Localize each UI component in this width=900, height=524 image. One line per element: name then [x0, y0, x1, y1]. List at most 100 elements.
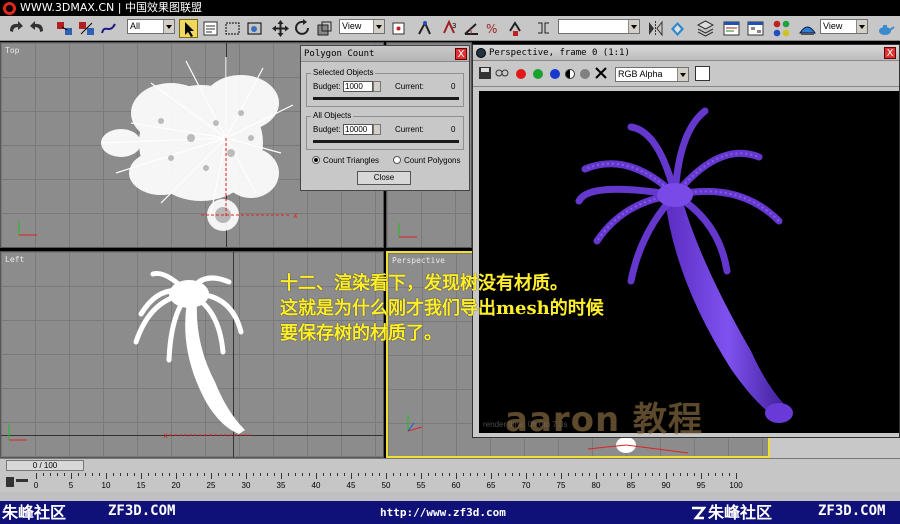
- scale-icon[interactable]: [315, 19, 334, 38]
- axis-gizmo-icon: [402, 413, 432, 438]
- timeline-tick-label: 0: [33, 481, 39, 490]
- axis-gizmo-icon: [395, 221, 425, 244]
- timeline-tick: [715, 473, 716, 476]
- unlink-icon[interactable]: [77, 19, 96, 38]
- bind-space-warp-icon[interactable]: [99, 19, 118, 38]
- redo-icon[interactable]: [28, 19, 47, 38]
- clear-icon[interactable]: [595, 67, 607, 79]
- time-ruler[interactable]: 0 5 10 15 20 25 30 35 40 45 50 55 60 65 70 75 80 85 90 95 10…: [33, 473, 743, 491]
- count-polygons-radio[interactable]: [393, 156, 401, 164]
- spinner-arrows-icon[interactable]: [373, 81, 381, 92]
- chevron-down-icon: [856, 20, 867, 33]
- timeline-tick: [155, 473, 156, 476]
- named-selection-dropdown[interactable]: [558, 19, 640, 34]
- close-icon[interactable]: X: [884, 47, 896, 59]
- pivot-center-icon[interactable]: [389, 19, 408, 38]
- selection-filter-value: All: [130, 21, 141, 31]
- all-budget-input[interactable]: 10000: [343, 124, 381, 135]
- chevron-down-icon: [373, 20, 384, 33]
- selected-budget-input[interactable]: 1000: [343, 81, 381, 92]
- timeline-tick: [337, 473, 338, 476]
- mirror-icon[interactable]: [646, 19, 665, 38]
- timeline-tick: [414, 473, 415, 476]
- save-icon[interactable]: [479, 67, 491, 79]
- selected-budget-value: 1000: [345, 82, 363, 91]
- snap-toggle-icon[interactable]: 3: [440, 19, 459, 38]
- align-icon[interactable]: [668, 19, 687, 38]
- monochrome-icon[interactable]: [580, 69, 590, 79]
- close-button[interactable]: Close: [357, 171, 411, 185]
- render-scene-icon[interactable]: [798, 19, 817, 38]
- key-filter-icon[interactable]: [4, 475, 30, 489]
- material-editor-icon[interactable]: [772, 19, 791, 38]
- angle-snap-icon[interactable]: [462, 19, 481, 38]
- clone-icon[interactable]: [495, 67, 509, 79]
- rendered-palm-tree: [575, 107, 793, 423]
- timeline-tick-label: 80: [591, 481, 601, 490]
- all-budget-value: 10000: [345, 125, 368, 134]
- chevron-down-icon: [677, 68, 688, 81]
- track-view-icon[interactable]: [722, 19, 741, 38]
- timeline-tick: [596, 473, 597, 479]
- reference-coord-dropdown[interactable]: View: [339, 19, 385, 34]
- percent-snap-icon[interactable]: %: [484, 19, 503, 38]
- watermark-banner: WWW.3DMAX.CN | 中国效果图联盟: [0, 0, 900, 16]
- timeline-tick-label: 85: [626, 481, 636, 490]
- render-window-title[interactable]: Perspective, frame 0 (1:1): [473, 45, 899, 61]
- layer-manager-icon[interactable]: [696, 19, 715, 38]
- site-logo-icon: [3, 2, 16, 15]
- schematic-view-icon[interactable]: [746, 19, 765, 38]
- link-icon[interactable]: [55, 19, 74, 38]
- timeline-tick: [232, 473, 233, 476]
- timeline-tick: [197, 473, 198, 476]
- timeline-tick: [246, 473, 247, 479]
- timeline-tick: [428, 473, 429, 476]
- spinner-snap-icon[interactable]: [506, 19, 525, 38]
- timeline-tick: [582, 473, 583, 476]
- timeline-tick: [316, 473, 317, 479]
- alpha-channel-icon[interactable]: [565, 69, 575, 79]
- select-by-name-icon[interactable]: [201, 19, 220, 38]
- count-triangles-radio[interactable]: [312, 156, 320, 164]
- move-icon[interactable]: [271, 19, 290, 38]
- caption-line: 十二、渲染看下，发现树没有材质。: [280, 273, 568, 294]
- timeline-tick: [211, 473, 212, 479]
- red-channel-icon[interactable]: [516, 69, 526, 79]
- timeline-tick: [407, 473, 408, 476]
- select-cursor-icon[interactable]: [179, 19, 198, 38]
- timeline-tick-label: 65: [486, 481, 496, 490]
- timeline-tick-label: 70: [521, 481, 531, 490]
- edit-named-selections-icon[interactable]: [534, 19, 553, 38]
- window-crossing-icon[interactable]: [245, 19, 264, 38]
- timeline-tick-label: 25: [206, 481, 216, 490]
- timeline-tick-label: 40: [311, 481, 321, 490]
- channel-dropdown[interactable]: RGB Alpha: [615, 67, 689, 82]
- teapot-icon[interactable]: [876, 19, 895, 38]
- render-frame-window: Perspective, frame 0 (1:1) X RGB Alpha r…: [472, 44, 900, 438]
- color-swatch[interactable]: [695, 66, 710, 81]
- undo-icon[interactable]: [6, 19, 25, 38]
- svg-text:%: %: [486, 22, 497, 36]
- close-icon[interactable]: X: [455, 48, 467, 60]
- timeline-tick: [239, 473, 240, 476]
- main-toolbar: All View 3 % View: [0, 16, 900, 41]
- timeline-tick: [421, 473, 422, 479]
- polygon-count-title[interactable]: Polygon Count: [301, 46, 469, 62]
- budget-label: Budget:: [313, 82, 341, 91]
- timeline-tick: [610, 473, 611, 476]
- timeline-tick: [708, 473, 709, 476]
- rotate-icon[interactable]: [293, 19, 312, 38]
- select-manipulate-icon[interactable]: [415, 19, 434, 38]
- timeline-tick: [85, 473, 86, 476]
- render-type-dropdown[interactable]: View: [820, 19, 868, 34]
- footer-site-left: ZF3D.COM: [108, 503, 176, 519]
- green-channel-icon[interactable]: [533, 69, 543, 79]
- timeline-tick: [568, 473, 569, 476]
- time-slider[interactable]: 0 / 100: [6, 460, 84, 471]
- rectangle-region-icon[interactable]: [223, 19, 242, 38]
- timeline-tick: [449, 473, 450, 476]
- spinner-arrows-icon[interactable]: [373, 124, 381, 135]
- blue-channel-icon[interactable]: [550, 69, 560, 79]
- render-output: render time: 0h 0m 7.3s: [479, 91, 899, 433]
- selection-filter-dropdown[interactable]: All: [127, 19, 175, 34]
